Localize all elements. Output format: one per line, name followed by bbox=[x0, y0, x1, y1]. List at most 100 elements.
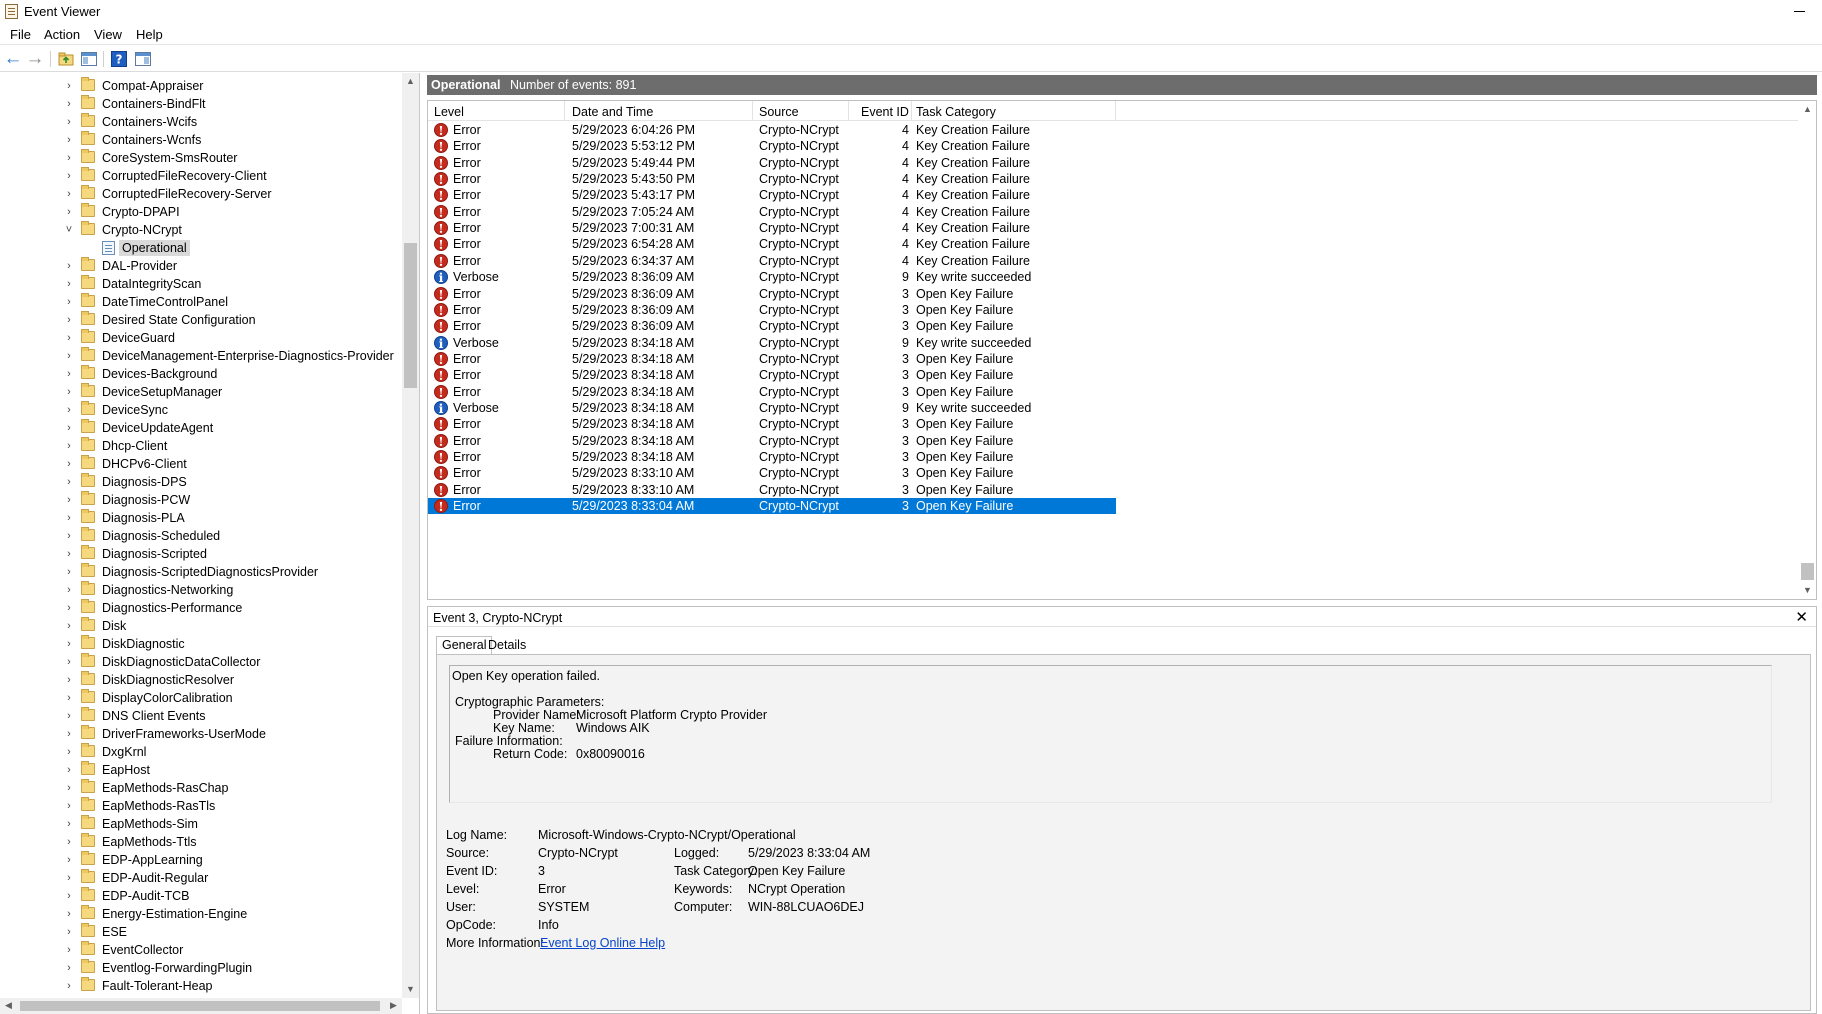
chevron-right-icon[interactable]: › bbox=[64, 188, 74, 200]
chevron-right-icon[interactable]: › bbox=[64, 620, 74, 632]
chevron-right-icon[interactable]: › bbox=[64, 530, 74, 542]
tree-item[interactable]: › Diagnosis-PCW bbox=[0, 491, 403, 509]
tree-item[interactable]: › Diagnosis-DPS bbox=[0, 473, 403, 491]
chevron-right-icon[interactable]: › bbox=[64, 764, 74, 776]
chevron-right-icon[interactable]: › bbox=[64, 854, 74, 866]
tree-item[interactable]: › Dhcp-Client bbox=[0, 437, 403, 455]
events-scroll-thumb[interactable] bbox=[1801, 563, 1814, 580]
close-icon[interactable]: ✕ bbox=[1795, 608, 1808, 626]
event-row[interactable]: ! Error 5/29/2023 6:54:28 AM Crypto-NCrypt 4… bbox=[428, 236, 1116, 252]
tree-item[interactable]: › EapHost bbox=[0, 761, 403, 779]
tree-item[interactable]: › EapMethods-RasChap bbox=[0, 779, 403, 797]
events-vertical-scrollbar[interactable]: ▲ ▼ bbox=[1799, 101, 1816, 599]
chevron-right-icon[interactable]: › bbox=[64, 710, 74, 722]
chevron-right-icon[interactable]: › bbox=[64, 800, 74, 812]
menu-help[interactable]: Help bbox=[136, 27, 163, 42]
chevron-right-icon[interactable]: › bbox=[64, 836, 74, 848]
chevron-right-icon[interactable]: › bbox=[64, 692, 74, 704]
event-row[interactable]: ! Error 5/29/2023 5:49:44 PM Crypto-NCrypt 4… bbox=[428, 155, 1116, 171]
tree-item[interactable]: › Fault-Tolerant-Heap bbox=[0, 977, 403, 995]
tree-item[interactable]: › EDP-AppLearning bbox=[0, 851, 403, 869]
event-row[interactable]: ! Error 5/29/2023 8:34:18 AM Crypto-NCrypt 3… bbox=[428, 416, 1116, 432]
tree-item[interactable]: › DAL-Provider bbox=[0, 257, 403, 275]
scroll-down-icon[interactable]: ▼ bbox=[1799, 582, 1816, 599]
tree-item[interactable]: › CorruptedFileRecovery-Server bbox=[0, 185, 403, 203]
tree-item[interactable]: › Diagnostics-Performance bbox=[0, 599, 403, 617]
chevron-right-icon[interactable]: › bbox=[64, 908, 74, 920]
tree-item[interactable]: › Compat-Appraiser bbox=[0, 77, 403, 95]
chevron-right-icon[interactable]: › bbox=[64, 494, 74, 506]
chevron-right-icon[interactable]: › bbox=[64, 728, 74, 740]
chevron-right-icon[interactable]: › bbox=[64, 746, 74, 758]
show-hide-tree-icon[interactable] bbox=[80, 50, 98, 68]
chevron-right-icon[interactable]: › bbox=[64, 404, 74, 416]
chevron-right-icon[interactable]: › bbox=[64, 980, 74, 992]
tree-item[interactable]: › Disk bbox=[0, 617, 403, 635]
event-row[interactable]: ! Error 5/29/2023 8:34:18 AM Crypto-NCrypt 3… bbox=[428, 351, 1116, 367]
tree-item[interactable]: › EDP-Audit-TCB bbox=[0, 887, 403, 905]
tree-item[interactable]: › DeviceGuard bbox=[0, 329, 403, 347]
chevron-right-icon[interactable]: › bbox=[64, 638, 74, 650]
tree-item[interactable]: › Diagnosis-PLA bbox=[0, 509, 403, 527]
chevron-right-icon[interactable]: › bbox=[64, 134, 74, 146]
tree-item[interactable]: › EventCollector bbox=[0, 941, 403, 959]
tree-item[interactable]: › EDP-Audit-Regular bbox=[0, 869, 403, 887]
chevron-right-icon[interactable]: › bbox=[64, 926, 74, 938]
event-row[interactable]: i Verbose 5/29/2023 8:34:18 AM Crypto-NCryp… bbox=[428, 400, 1116, 416]
back-icon[interactable]: ← bbox=[4, 49, 23, 68]
tree-item[interactable]: › EapMethods-Ttls bbox=[0, 833, 403, 851]
tree-item[interactable]: › Diagnosis-Scripted bbox=[0, 545, 403, 563]
menu-action[interactable]: Action bbox=[44, 27, 80, 42]
tree-item[interactable]: › Containers-Wcifs bbox=[0, 113, 403, 131]
event-message-box[interactable]: Open Key operation failed. Cryptographic… bbox=[449, 665, 1772, 803]
scroll-up-icon[interactable]: ▲ bbox=[402, 73, 419, 90]
chevron-right-icon[interactable]: › bbox=[64, 332, 74, 344]
tree-item[interactable]: › DiskDiagnosticDataCollector bbox=[0, 653, 403, 671]
chevron-right-icon[interactable]: › bbox=[64, 152, 74, 164]
tree-item[interactable]: › Containers-BindFlt bbox=[0, 95, 403, 113]
tree-item-operational[interactable]: Operational bbox=[0, 239, 403, 257]
chevron-down-icon[interactable]: ˅ bbox=[64, 224, 74, 236]
chevron-right-icon[interactable]: › bbox=[64, 872, 74, 884]
chevron-right-icon[interactable]: › bbox=[64, 296, 74, 308]
up-folder-icon[interactable] bbox=[57, 50, 75, 68]
scroll-up-icon[interactable]: ▲ bbox=[1799, 101, 1816, 118]
col-level[interactable]: Level bbox=[434, 105, 464, 119]
tree-item[interactable]: › Desired State Configuration bbox=[0, 311, 403, 329]
chevron-right-icon[interactable]: › bbox=[64, 260, 74, 272]
col-task-category[interactable]: Task Category bbox=[916, 105, 996, 119]
event-row[interactable]: ! Error 5/29/2023 8:34:18 AM Crypto-NCrypt 3… bbox=[428, 449, 1116, 465]
chevron-right-icon[interactable]: › bbox=[64, 170, 74, 182]
minimize-button[interactable] bbox=[1790, 4, 1810, 18]
chevron-right-icon[interactable]: › bbox=[64, 422, 74, 434]
tab-details[interactable]: Details bbox=[483, 637, 531, 655]
event-row[interactable]: ! Error 5/29/2023 7:00:31 AM Crypto-NCrypt 4… bbox=[428, 220, 1116, 236]
event-row[interactable]: i Verbose 5/29/2023 8:34:18 AM Crypto-NCryp… bbox=[428, 335, 1116, 351]
tree-item[interactable]: › Diagnostics-Networking bbox=[0, 581, 403, 599]
tree-hscroll-thumb[interactable] bbox=[20, 1001, 380, 1011]
chevron-right-icon[interactable]: › bbox=[64, 98, 74, 110]
tree-item[interactable]: › DateTimeControlPanel bbox=[0, 293, 403, 311]
tree-item[interactable]: › Crypto-DPAPI bbox=[0, 203, 403, 221]
event-log-online-help-link[interactable]: Event Log Online Help bbox=[540, 936, 665, 950]
scroll-left-icon[interactable]: ◀ bbox=[0, 997, 17, 1014]
tree-item[interactable]: › DriverFrameworks-UserMode bbox=[0, 725, 403, 743]
event-row[interactable]: ! Error 5/29/2023 5:43:50 PM Crypto-NCrypt 4… bbox=[428, 171, 1116, 187]
tree-item[interactable]: › CorruptedFileRecovery-Client bbox=[0, 167, 403, 185]
tree-item[interactable]: › DeviceSetupManager bbox=[0, 383, 403, 401]
tree-item[interactable]: › CoreSystem-SmsRouter bbox=[0, 149, 403, 167]
chevron-right-icon[interactable]: › bbox=[64, 476, 74, 488]
chevron-right-icon[interactable]: › bbox=[64, 674, 74, 686]
chevron-right-icon[interactable]: › bbox=[64, 782, 74, 794]
chevron-right-icon[interactable]: › bbox=[64, 566, 74, 578]
col-date-time[interactable]: Date and Time bbox=[572, 105, 653, 119]
tree-item[interactable]: ˅ Crypto-NCrypt bbox=[0, 221, 403, 239]
chevron-right-icon[interactable]: › bbox=[64, 350, 74, 362]
chevron-right-icon[interactable]: › bbox=[64, 314, 74, 326]
tree-item[interactable]: › EapMethods-Sim bbox=[0, 815, 403, 833]
tree-item[interactable]: › ESE bbox=[0, 923, 403, 941]
show-hide-action-pane-icon[interactable] bbox=[134, 50, 152, 68]
chevron-right-icon[interactable]: › bbox=[64, 116, 74, 128]
tree-item[interactable]: › DataIntegrityScan bbox=[0, 275, 403, 293]
tree-item[interactable]: › Devices-Background bbox=[0, 365, 403, 383]
